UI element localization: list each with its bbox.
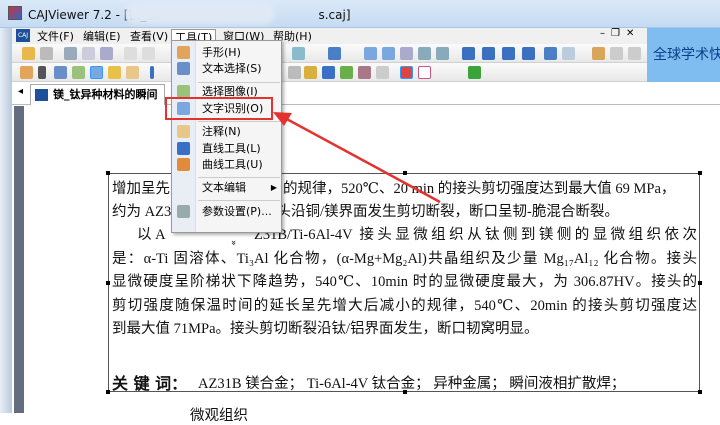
arrow-shaft [282, 115, 441, 204]
red-arrow-annotation [273, 112, 441, 204]
